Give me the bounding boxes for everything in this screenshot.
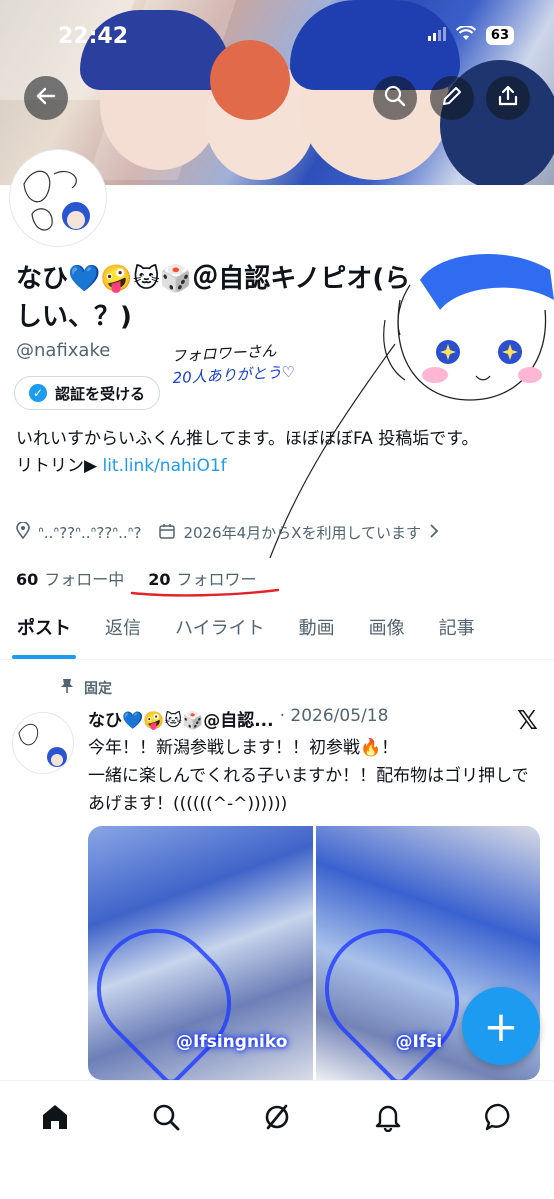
tab-articles[interactable]: 記事 bbox=[422, 608, 492, 659]
post-header: なひ💙🤪🐱🎲@自認... · 2026/05/18 bbox=[88, 706, 508, 731]
profile-avatar[interactable] bbox=[10, 150, 106, 246]
post-line-2: 一緒に楽しんでくれる子いますか！！配布物はゴリ押しであげます！((((((^-^… bbox=[88, 766, 529, 814]
tab-highlights[interactable]: ハイライト bbox=[158, 608, 282, 659]
post-date[interactable]: · 2026/05/18 bbox=[280, 706, 389, 731]
wifi-icon bbox=[455, 25, 477, 45]
nav-notifications[interactable] bbox=[368, 1099, 408, 1139]
battery-indicator: 63 bbox=[485, 26, 514, 45]
joined-text[interactable]: 2026年4月からXを利用しています bbox=[183, 522, 421, 543]
edit-button[interactable] bbox=[430, 76, 474, 120]
following-count: 60 bbox=[16, 570, 39, 589]
back-button[interactable] bbox=[24, 76, 68, 120]
profile-meta: ᐢ..ᐢ??ᐢ..ᐢ??ᐢ..ᐢ? 2026年4月からXを利用しています bbox=[16, 521, 439, 543]
post-author-avatar[interactable] bbox=[12, 712, 74, 774]
pinned-indicator: 固定 bbox=[60, 678, 112, 698]
doodle-character bbox=[383, 253, 554, 401]
pin-icon bbox=[60, 678, 74, 698]
verified-check-icon: ✓ bbox=[29, 384, 47, 402]
post-line-1: 今年！！新潟参戦します！！初参戦🔥！ bbox=[88, 738, 399, 758]
message-icon bbox=[484, 1102, 514, 1136]
user-handle: @nafixake bbox=[16, 340, 111, 361]
compose-button[interactable]: + bbox=[462, 987, 540, 1065]
following-label: フォロー中 bbox=[44, 570, 125, 589]
bio-line-2: リトリン▶ lit.link/nahiO1f bbox=[16, 453, 540, 480]
heart-doodle bbox=[88, 904, 256, 1080]
tab-images[interactable]: 画像 bbox=[352, 608, 422, 659]
bell-icon bbox=[373, 1102, 403, 1136]
tab-posts[interactable]: ポスト bbox=[0, 608, 88, 659]
nav-messages[interactable] bbox=[479, 1099, 519, 1139]
nav-home[interactable] bbox=[35, 1099, 75, 1139]
status-icons: 63 bbox=[427, 25, 514, 45]
verify-button[interactable]: ✓ 認証を受ける bbox=[14, 376, 161, 410]
bio-line-1: いれいすからいふくん推してます。ほぼほぼFA 投稿垢です。 bbox=[16, 429, 479, 449]
pinned-label: 固定 bbox=[84, 681, 112, 697]
profile-tabs: ポスト 返信 ハイライト 動画 画像 記事 bbox=[0, 608, 554, 660]
nav-search[interactable] bbox=[146, 1099, 186, 1139]
arrow-left-icon bbox=[35, 85, 57, 111]
location-pin-icon bbox=[16, 521, 30, 543]
profile-bio: いれいすからいふくん推してます。ほぼほぼFA 投稿垢です。 リトリン▶ lit.… bbox=[16, 426, 540, 480]
tab-videos[interactable]: 動画 bbox=[282, 608, 352, 659]
red-underline-mark bbox=[130, 588, 280, 597]
nav-grok[interactable] bbox=[257, 1099, 297, 1139]
tab-replies[interactable]: 返信 bbox=[88, 608, 158, 659]
media-image-1[interactable]: @Ifsingniko bbox=[88, 826, 313, 1080]
verify-label: 認証を受ける bbox=[55, 384, 146, 403]
chevron-right-icon[interactable] bbox=[429, 523, 439, 542]
post-body: 今年！！新潟参戦します！！初参戦🔥！ 一緒に楽しんでくれる子いますか！！配布物は… bbox=[88, 734, 540, 818]
search-button[interactable] bbox=[373, 76, 417, 120]
bio-prefix: リトリン▶ bbox=[16, 456, 103, 476]
bio-link[interactable]: lit.link/nahiO1f bbox=[102, 456, 226, 476]
x-logo-icon: 𝕏 bbox=[517, 706, 538, 736]
signal-icon bbox=[427, 26, 446, 45]
pencil-icon bbox=[441, 85, 463, 111]
grok-icon bbox=[262, 1102, 292, 1136]
bottom-navigation bbox=[0, 1080, 554, 1199]
post-author-name[interactable]: なひ💙🤪🐱🎲@自認... bbox=[88, 706, 274, 731]
search-icon bbox=[384, 85, 406, 111]
media-tag-1: @Ifsingniko bbox=[176, 1032, 288, 1052]
following-link[interactable]: 60 フォロー中 bbox=[16, 566, 124, 590]
share-button[interactable] bbox=[486, 76, 530, 120]
calendar-icon bbox=[159, 523, 176, 543]
handwritten-note: フォロワーさん 20人ありがとう♡ bbox=[171, 339, 296, 389]
home-icon bbox=[40, 1102, 70, 1136]
location-text: ᐢ..ᐢ??ᐢ..ᐢ??ᐢ..ᐢ? bbox=[38, 523, 142, 542]
share-icon bbox=[497, 85, 519, 111]
heart-doodle bbox=[299, 904, 484, 1080]
display-name: なひ💙🤪🐱🎲＠自認キノピオ(らしい、？) bbox=[16, 264, 411, 332]
status-time: 22:42 bbox=[58, 24, 129, 49]
media-tag-2: @Ifsi bbox=[395, 1032, 443, 1052]
search-icon bbox=[151, 1102, 181, 1136]
